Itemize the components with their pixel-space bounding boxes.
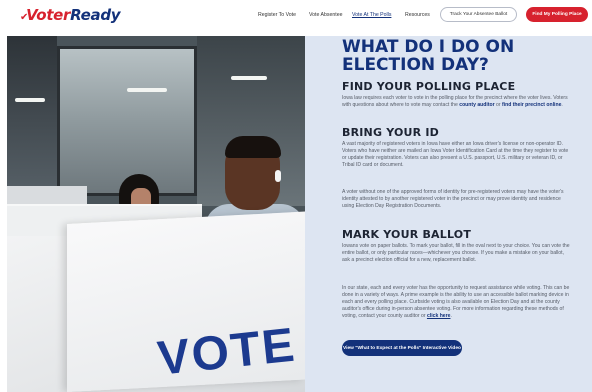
ceiling-light [127,88,167,92]
paragraph-text: . [450,313,452,319]
bring-id-paragraph-2: A voter without one of the approved form… [342,189,564,209]
photo-wall [7,36,57,206]
ceiling-light [15,98,45,102]
section-heading-bring-id: BRING YOUR ID [342,126,439,139]
section-heading-mark-ballot: MARK YOUR BALLOT [342,228,472,241]
interactive-video-button[interactable]: View "What to Expect at the Polls" Inter… [342,340,462,356]
voter-ready-logo[interactable]: ✔ Voter Ready [20,6,121,24]
click-here-link[interactable]: click here [427,313,451,319]
nav-resources[interactable]: Resources [405,12,430,18]
find-precinct-link[interactable]: find their precinct online [502,102,561,108]
polling-place-paragraph: Iowa law requires each voter to vote in … [342,95,572,109]
site-header: ✔ Voter Ready Register To Vote Vote Abse… [0,0,592,36]
county-auditor-link[interactable]: county auditor [459,102,494,108]
track-absentee-ballot-button[interactable]: Track Your Absentee Ballot [440,7,517,22]
bring-id-paragraph-1: A vast majority of registered voters in … [342,141,569,168]
voting-booth-photo: VOTE [7,36,305,392]
mark-ballot-paragraph-1: Iowans vote on paper ballots. To mark yo… [342,243,570,263]
mark-ballot-paragraph-2: In our state, each and every voter has t… [342,285,572,320]
paragraph-text: In our state, each and every voter has t… [342,285,570,319]
earbud [275,170,281,182]
paragraph-text: . [561,102,563,108]
paragraph-text: or [494,102,502,108]
section-heading-polling-place: FIND YOUR POLLING PLACE [342,80,516,93]
page-title: WHAT DO I DO ON ELECTION DAY? [342,37,515,75]
find-polling-place-button[interactable]: Find My Polling Place [526,7,588,22]
photo-window-frame [57,46,197,196]
logo-ready-text: Ready [70,6,121,24]
nav-register-to-vote[interactable]: Register To Vote [258,12,296,18]
ceiling-light [231,76,267,80]
nav-vote-at-the-polls[interactable]: Vote At The Polls [352,12,391,18]
nav-vote-absentee[interactable]: Vote Absentee [309,12,342,18]
voter-man-hair [225,136,281,158]
logo-voter-text: Voter [26,6,71,24]
